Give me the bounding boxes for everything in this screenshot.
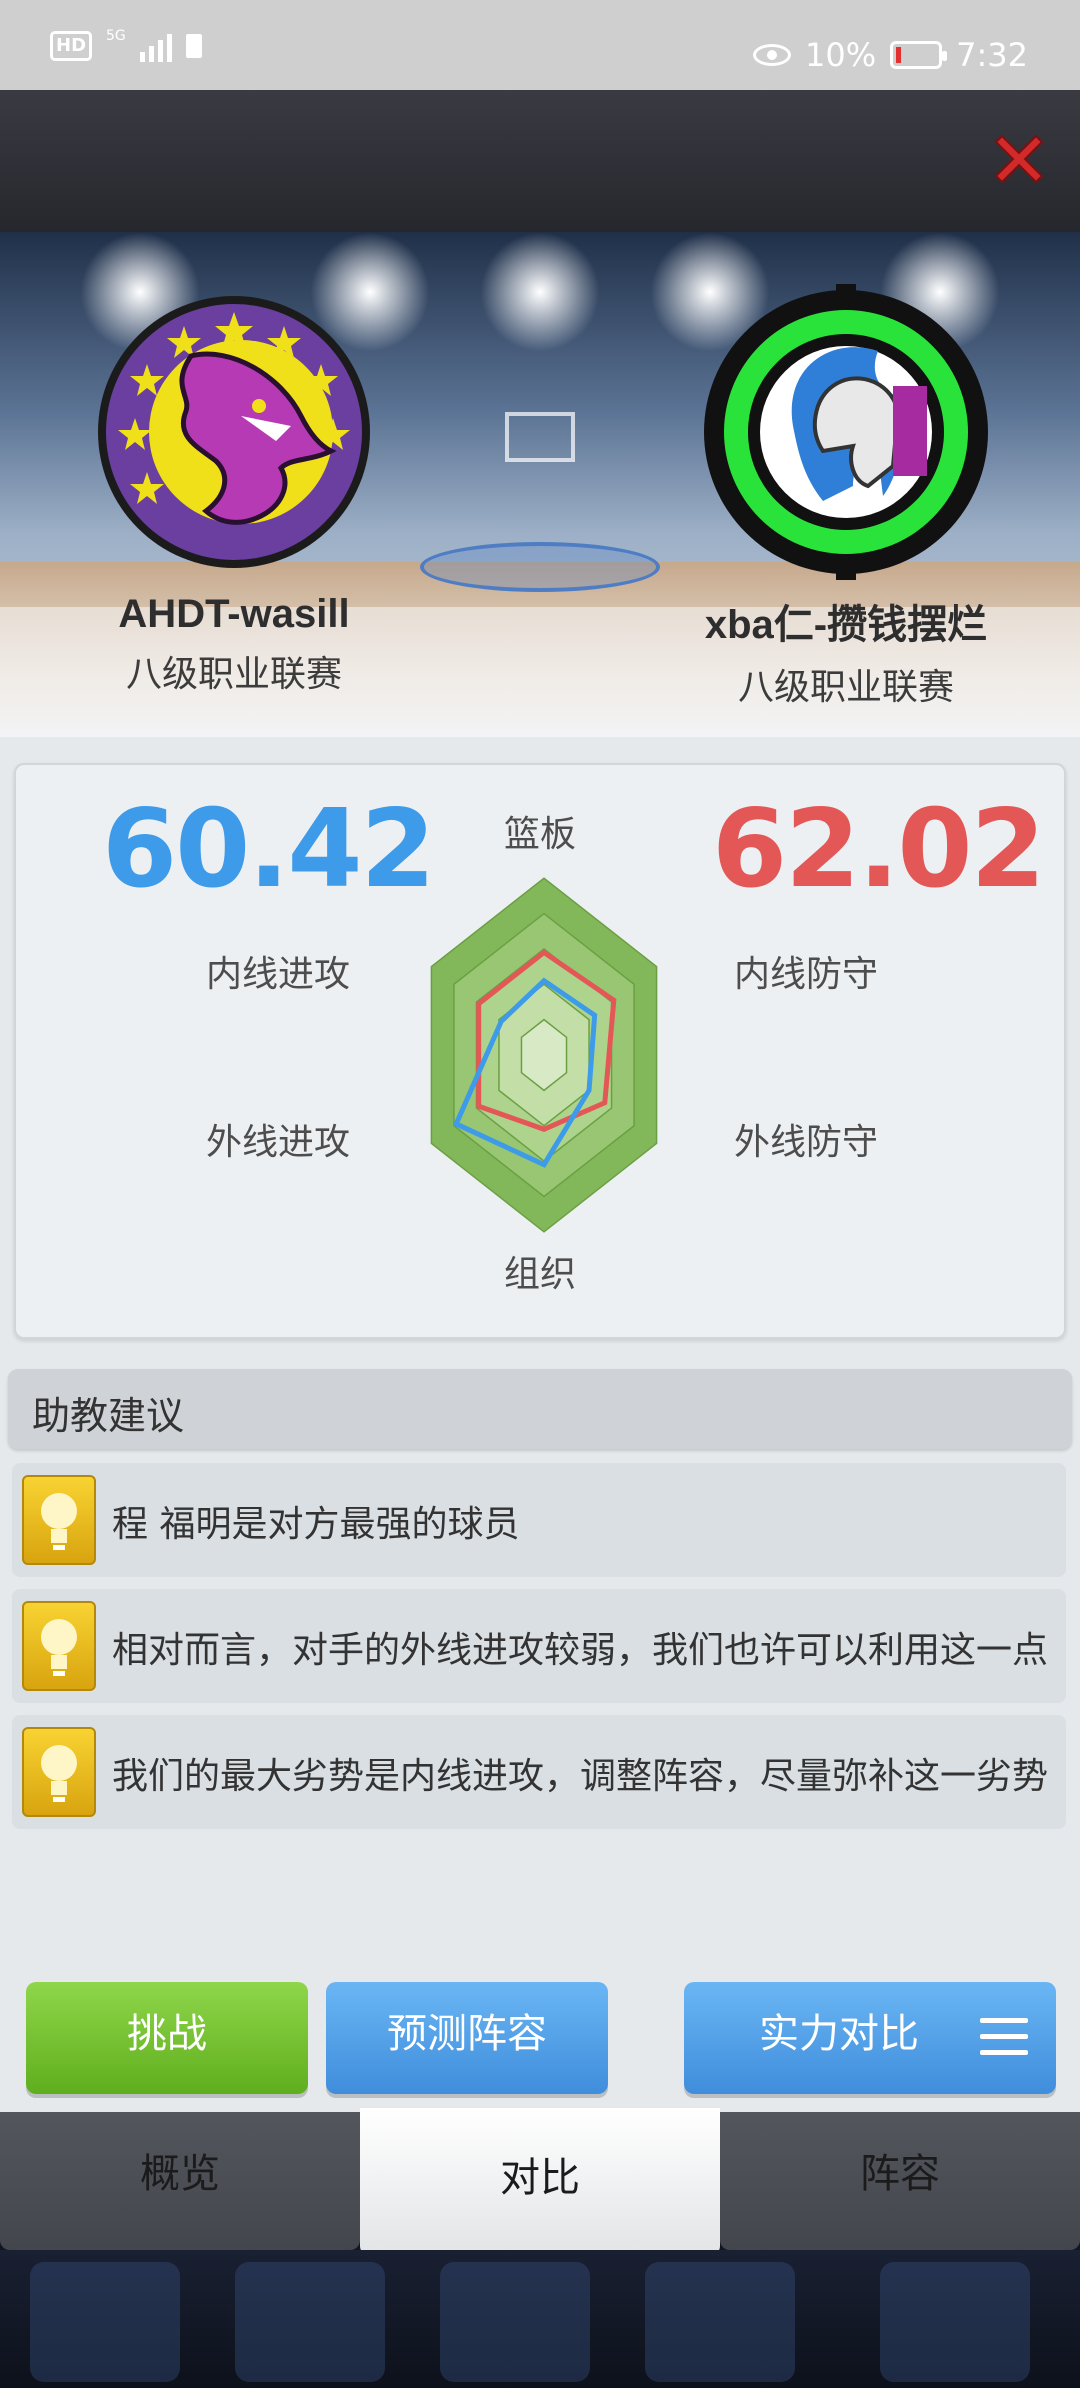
- advice-tip: 我们的最大劣势是内线进攻，调整阵容，尽量弥补这一劣势: [12, 1715, 1066, 1829]
- axis-label-outside-defense: 外线防守: [734, 1122, 879, 1163]
- advice-header: 助教建议: [8, 1369, 1072, 1449]
- network-type: 5G: [106, 28, 126, 44]
- battery-percent: 10%: [805, 36, 877, 74]
- radar-chart: [430, 877, 658, 1233]
- away-score: 62.02: [712, 787, 1046, 912]
- radar-card: 60.42 62.02 篮板 内线进攻 外线进攻 内线防守 外线防守 组织: [14, 763, 1066, 1339]
- lightbulb-icon: [22, 1475, 96, 1565]
- home-team-name: AHDT-wasill: [118, 592, 350, 636]
- tab-bar: 概览 对比 阵容: [0, 2108, 1080, 2256]
- match-hero: AHDT-wasill 八级职业联赛 xba仁-攒钱摆烂 八级职业联赛: [0, 232, 1080, 737]
- strength-compare-button[interactable]: 实力对比: [684, 1982, 1056, 2094]
- advice-tip-text: 程 福明是对方最强的球员: [112, 1504, 520, 1545]
- advice-tip: 程 福明是对方最强的球员: [12, 1463, 1066, 1577]
- signal-icon: [139, 30, 172, 62]
- predict-lineup-button[interactable]: 预测阵容: [326, 1982, 608, 2094]
- away-team-name: xba仁-攒钱摆烂: [704, 603, 988, 647]
- advice-title: 助教建议: [32, 1394, 185, 1438]
- tab-lineup[interactable]: 阵容: [720, 2112, 1080, 2250]
- menu-icon: [980, 2018, 1028, 2058]
- background-nav: [0, 2250, 1080, 2388]
- away-team: xba仁-攒钱摆烂 八级职业联赛: [666, 246, 1026, 710]
- home-team: AHDT-wasill 八级职业联赛: [54, 246, 414, 697]
- hd-badge: HD: [50, 31, 93, 61]
- tab-overview[interactable]: 概览: [0, 2112, 360, 2250]
- tab-compare[interactable]: 对比: [360, 2108, 720, 2256]
- status-bar: HD 5G 10% 7:32: [0, 0, 1080, 90]
- home-score: 60.42: [102, 787, 436, 912]
- battery-icon: [890, 41, 948, 69]
- axis-label-outside-attack: 外线进攻: [206, 1122, 351, 1163]
- advice-tip-text: 我们的最大劣势是内线进攻，调整阵容，尽量弥补这一劣势: [112, 1756, 1049, 1797]
- axis-label-organize: 组织: [504, 1254, 577, 1295]
- advice-tip-text: 相对而言，对手的外线进攻较弱，我们也许可以利用这一点: [112, 1630, 1049, 1671]
- axis-label-inside-defense: 内线防守: [734, 954, 879, 995]
- challenge-button[interactable]: 挑战: [26, 1982, 308, 2094]
- home-team-league: 八级职业联赛: [125, 654, 342, 695]
- compare-panel: 60.42 62.02 篮板 内线进攻 外线进攻 内线防守 外线防守 组织 助教…: [0, 737, 1080, 2112]
- clock: 7:32: [956, 36, 1028, 74]
- lightbulb-icon: [22, 1727, 96, 1817]
- dialog-header: [0, 90, 1080, 232]
- close-icon[interactable]: [986, 126, 1052, 192]
- hoop-graphic: [505, 412, 575, 462]
- sim-icon: [185, 34, 202, 58]
- status-right: 10% 7:32: [753, 36, 1028, 74]
- advice-tip: 相对而言，对手的外线进攻较弱，我们也许可以利用这一点: [12, 1589, 1066, 1703]
- lightbulb-icon: [22, 1601, 96, 1691]
- dragon-logo-icon: [98, 296, 370, 568]
- eye-comfort-icon: [753, 44, 792, 66]
- axis-label-inside-attack: 内线进攻: [206, 954, 351, 995]
- spartan-helmet-logo-icon: [704, 284, 988, 580]
- status-left: HD 5G: [50, 28, 202, 62]
- away-team-league: 八级职业联赛: [737, 667, 954, 708]
- court-circle: [420, 542, 660, 592]
- axis-label-rebound: 篮板: [504, 814, 577, 855]
- strength-compare-label: 实力对比: [759, 2011, 919, 2057]
